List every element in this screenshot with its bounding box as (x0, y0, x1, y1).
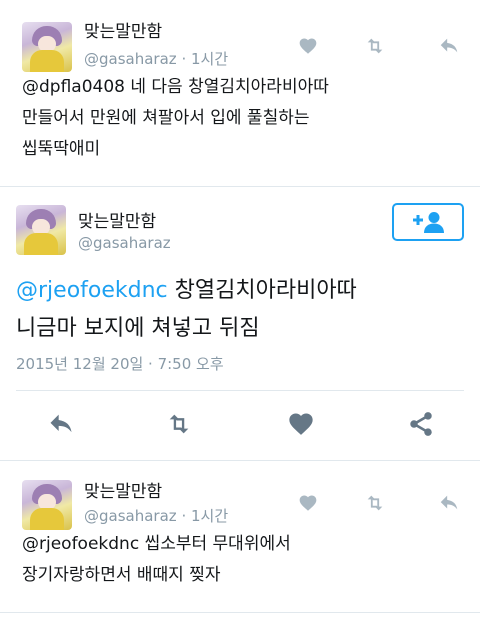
retweet-icon (363, 35, 387, 57)
tweet-text: @dpfla0408 네 다음 창열김치아라비아따 만들어서 만원에 쳐팔아서 … (22, 72, 329, 165)
tweet-text-line: @rjeofoekdnc 씹소부터 무대위에서 (22, 534, 291, 554)
handle[interactable]: @gasaharaz (84, 50, 177, 68)
reply-button[interactable] (436, 34, 462, 58)
like-button[interactable] (296, 34, 320, 58)
relative-time[interactable]: 1시간 (191, 507, 228, 525)
tweet-text: @rjeofoekdnc 씹소부터 무대위에서 장기자랑하면서 배때지 찢자 (22, 529, 291, 591)
like-button[interactable] (284, 409, 318, 439)
heart-icon (298, 36, 318, 56)
like-button[interactable] (296, 491, 320, 515)
heart-icon (298, 493, 318, 513)
tweet-text-line: 장기자랑하면서 배때지 찢자 (22, 565, 221, 585)
tweet-text-line: @rjeofoekdnc 창열김치아라비아따 (16, 272, 357, 310)
avatar-body (24, 233, 58, 255)
reply-icon (438, 492, 460, 514)
separator-dot: · (181, 507, 191, 525)
avatar-body (30, 50, 64, 72)
share-button[interactable] (404, 409, 438, 439)
reply-icon (46, 410, 76, 438)
retweet-icon (363, 492, 387, 514)
heart-icon (287, 410, 315, 438)
divider (16, 390, 464, 391)
relative-time[interactable]: 1시간 (191, 50, 228, 68)
follow-button[interactable] (392, 203, 464, 241)
tweet-text-line: @dpfla0408 네 다음 창열김치아라비아따 (22, 77, 329, 97)
display-name[interactable]: 맞는말만함 (84, 17, 162, 42)
avatar[interactable] (22, 22, 72, 72)
reply-button[interactable] (44, 409, 78, 439)
handle[interactable]: @gasaharaz (84, 507, 177, 525)
timestamp[interactable]: 2015년 12월 20일 · 7:50 오후 (16, 353, 224, 374)
reply-button[interactable] (436, 491, 462, 515)
handle[interactable]: @gasaharaz (78, 234, 171, 252)
separator-dot: · (181, 50, 191, 68)
handle-and-time: @gasaharaz · 1시간 (84, 505, 228, 526)
display-name[interactable]: 맞는말만함 (78, 207, 156, 232)
avatar-body (30, 508, 64, 530)
divider (0, 612, 480, 613)
tweet-3[interactable]: 맞는말만함 @gasaharaz · 1시간 @rjeofoekdnc 씹소부터… (0, 461, 480, 620)
tweet-text-line: 씹뚝딱애미 (22, 139, 101, 159)
add-user-icon (410, 210, 446, 234)
tweet-text-line: 니금마 보지에 쳐넣고 뒤짐 (16, 316, 260, 341)
mention-link[interactable]: @rjeofoekdnc (16, 278, 168, 303)
handle-and-time: @gasaharaz · 1시간 (84, 48, 228, 69)
retweet-button[interactable] (362, 491, 388, 515)
tweet-text-line: 만들어서 만원에 쳐팔아서 입에 풀칠하는 (22, 108, 310, 128)
tweet-text: @rjeofoekdnc 창열김치아라비아따 니금마 보지에 쳐넣고 뒤짐 (16, 272, 357, 348)
avatar[interactable] (22, 480, 72, 530)
tweet-text-fragment: 창열김치아라비아따 (167, 278, 357, 303)
display-name[interactable]: 맞는말만함 (84, 477, 162, 502)
retweet-icon (162, 410, 196, 438)
avatar[interactable] (16, 205, 66, 255)
retweet-button[interactable] (362, 34, 388, 58)
share-icon (407, 410, 435, 438)
tweet-1[interactable]: 맞는말만함 @gasaharaz · 1시간 @dpfla0408 네 다음 창… (0, 0, 480, 186)
retweet-button[interactable] (160, 409, 198, 439)
reply-icon (438, 35, 460, 57)
